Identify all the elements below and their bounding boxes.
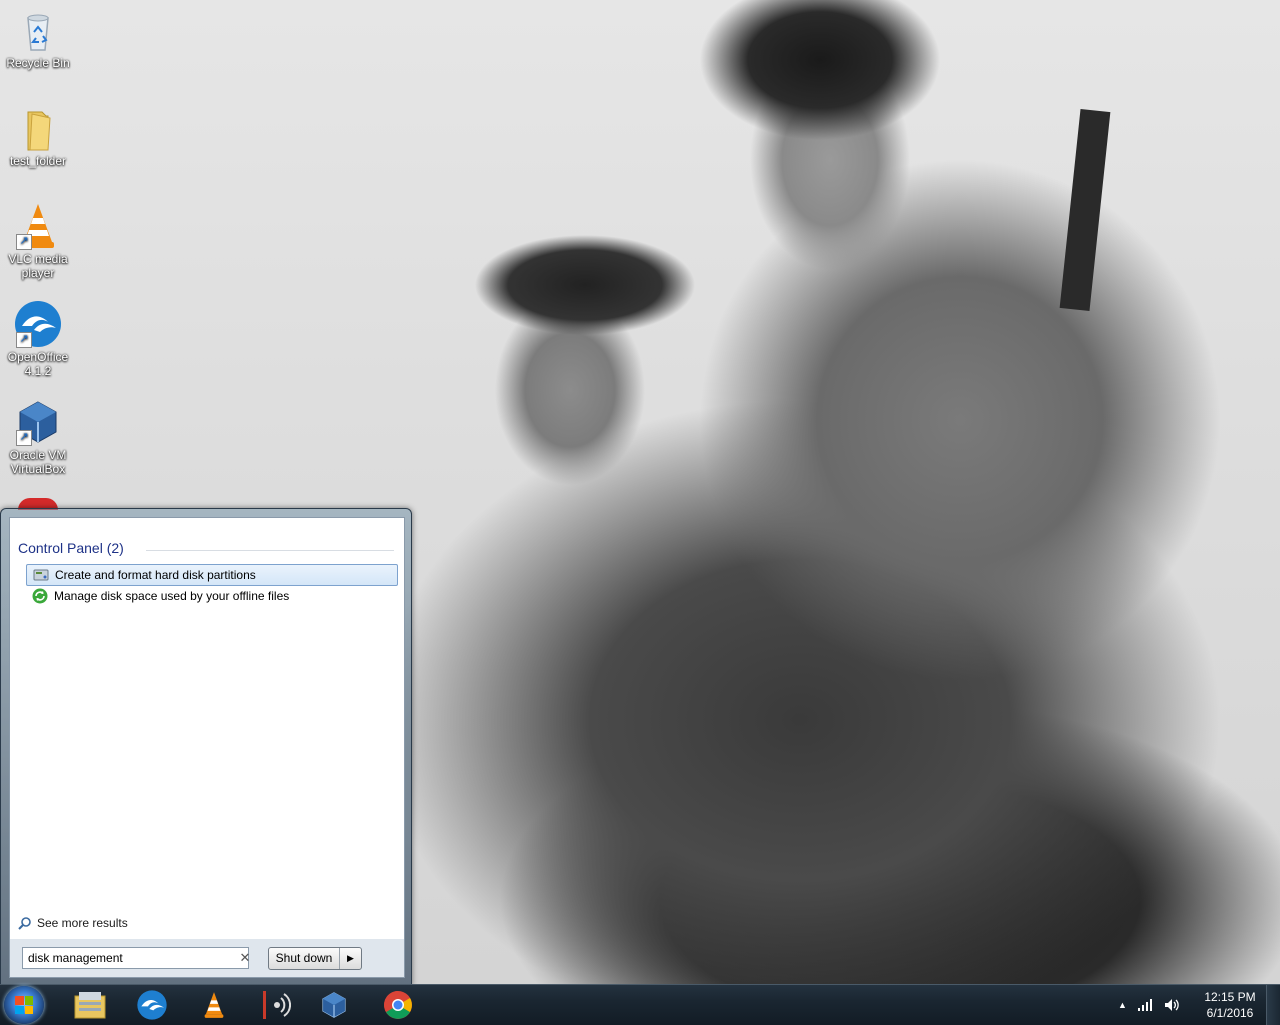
vlc-icon: ↗	[14, 202, 62, 250]
desktop-icon-label: Oracle VM VirtualBox	[9, 448, 67, 476]
sync-center-icon	[32, 588, 48, 604]
result-create-format-partitions[interactable]: Create and format hard disk partitions	[26, 564, 398, 586]
desktop-icon-test-folder[interactable]: test_folder	[0, 104, 76, 168]
audio-app-icon	[263, 991, 291, 1019]
shutdown-options-arrow-icon[interactable]: ▶	[340, 948, 361, 969]
shortcut-arrow-icon: ↗	[16, 430, 32, 446]
taskbar-virtualbox[interactable]	[306, 987, 362, 1023]
openoffice-icon: ↗	[14, 300, 62, 348]
start-menu: Control Panel (2) Create and format hard…	[0, 508, 412, 986]
search-input-value: disk management	[28, 951, 123, 965]
folder-icon	[14, 104, 62, 152]
taskbar-clock[interactable]: 12:15 PM 6/1/2016	[1200, 989, 1260, 1021]
start-menu-bottom-bar: disk management ✕ Shut down ▶	[9, 939, 405, 978]
see-more-results-link[interactable]: See more results	[18, 916, 128, 930]
start-button[interactable]	[4, 986, 44, 1024]
show-hidden-icons-arrow-icon[interactable]: ▲	[1118, 1000, 1127, 1010]
chrome-icon	[384, 991, 412, 1019]
desktop-icon-virtualbox[interactable]: ↗ Oracle VM VirtualBox	[0, 398, 76, 476]
shortcut-arrow-icon: ↗	[16, 234, 32, 250]
taskbar-openoffice[interactable]	[124, 987, 180, 1023]
taskbar-vlc[interactable]	[186, 987, 242, 1023]
openoffice-icon	[137, 990, 167, 1020]
network-signal-icon[interactable]	[1137, 998, 1153, 1012]
desktop-icon-label: Recycle Bin	[6, 56, 70, 70]
virtualbox-icon: ↗	[14, 398, 62, 446]
taskbar-chrome[interactable]	[370, 987, 426, 1023]
search-results-pane: Control Panel (2) Create and format hard…	[9, 517, 405, 941]
taskbar-explorer[interactable]	[62, 987, 118, 1023]
show-desktop-button[interactable]	[1266, 985, 1280, 1025]
disk-management-icon	[33, 569, 49, 581]
windows-explorer-icon	[74, 992, 106, 1019]
desktop-icon-recycle-bin[interactable]: Recycle Bin	[0, 6, 76, 70]
shutdown-button[interactable]: Shut down	[269, 948, 340, 969]
search-icon	[18, 917, 31, 930]
desktop-icon-label: test_folder	[9, 154, 67, 168]
system-tray: ▲	[1118, 985, 1181, 1025]
clock-time: 12:15 PM	[1204, 990, 1256, 1004]
windows-logo-icon	[15, 996, 33, 1014]
desktop-icon-vlc[interactable]: ↗ VLC media player	[0, 202, 76, 280]
shutdown-button-group: Shut down ▶	[268, 947, 362, 970]
shortcut-arrow-icon: ↗	[16, 332, 32, 348]
heading-divider	[146, 550, 394, 551]
clear-search-icon[interactable]: ✕	[237, 949, 253, 967]
volume-icon[interactable]	[1163, 997, 1181, 1013]
clock-date: 6/1/2016	[1206, 1006, 1254, 1020]
vlc-icon	[204, 992, 224, 1018]
desktop-icon-label: OpenOffice 4.1.2	[7, 350, 69, 378]
result-manage-offline-files[interactable]: Manage disk space used by your offline f…	[26, 586, 396, 606]
recycle-bin-icon	[14, 6, 62, 54]
desktop-icon-label: VLC media player	[8, 252, 68, 280]
virtualbox-icon	[322, 992, 346, 1018]
results-category-heading[interactable]: Control Panel (2)	[18, 540, 124, 556]
taskbar-audio-app[interactable]	[248, 987, 304, 1023]
start-search-input[interactable]: disk management ✕	[22, 947, 250, 969]
taskbar: ▲ 12:15 PM 6/1/2016	[0, 984, 1280, 1025]
result-label: Manage disk space used by your offline f…	[54, 589, 290, 603]
desktop-icon-openoffice[interactable]: ↗ OpenOffice 4.1.2	[0, 300, 76, 378]
result-label: Create and format hard disk partitions	[55, 568, 256, 582]
see-more-label: See more results	[37, 916, 128, 930]
